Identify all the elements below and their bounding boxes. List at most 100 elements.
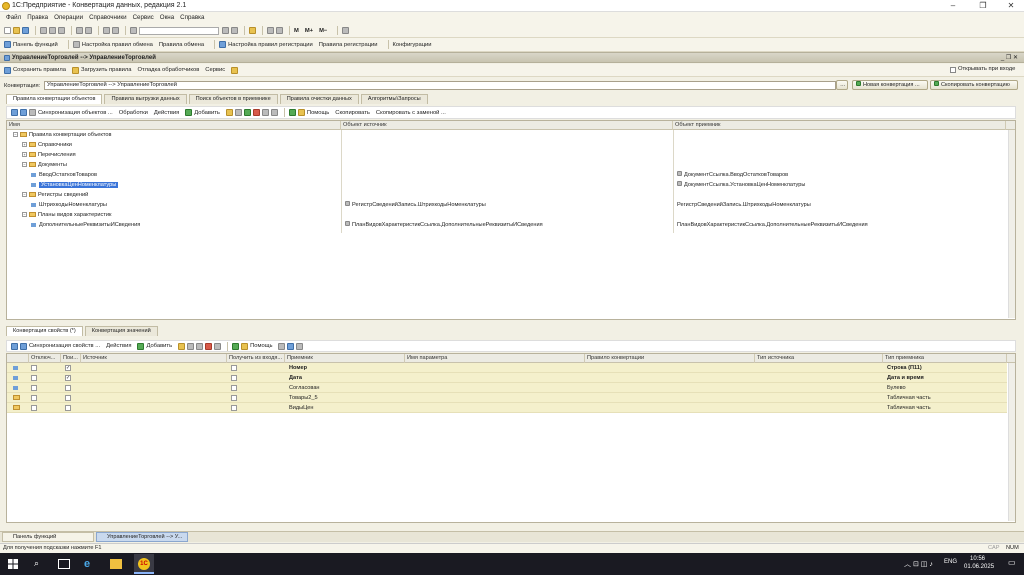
move-up-icon[interactable] (11, 109, 18, 116)
get-from-incoming-checkbox[interactable] (231, 375, 237, 381)
edit-icon[interactable] (196, 342, 204, 350)
sync-objects-button[interactable]: Синхронизация объектов ... (38, 110, 113, 116)
calendar-icon[interactable] (276, 27, 283, 34)
menu-operations[interactable]: Операции (54, 12, 83, 24)
search-checkbox[interactable] (65, 405, 71, 411)
disabled-checkbox[interactable] (31, 395, 37, 401)
notifications-icon[interactable]: ▭ (1008, 558, 1016, 567)
handlers-button[interactable]: Обработки (119, 110, 148, 116)
copy-conversion-button[interactable]: Скопировать конвертацию (930, 80, 1018, 90)
tree-row[interactable]: − Правила конвертации объектов (7, 130, 1007, 140)
open-icon[interactable] (13, 27, 20, 34)
col-source[interactable]: Источник (81, 354, 227, 363)
tree-row[interactable]: + Перечисления (7, 150, 1007, 160)
find-prev-icon[interactable] (231, 27, 238, 34)
preview-icon[interactable] (85, 27, 92, 34)
col-parameter-name[interactable]: Имя параметра (405, 354, 585, 363)
disabled-checkbox[interactable] (31, 375, 37, 381)
load-rules-button[interactable]: Загрузить правила (81, 67, 132, 73)
add-button[interactable]: Добавить (194, 110, 220, 116)
copy-row-icon[interactable] (187, 342, 195, 350)
m-plus-button[interactable]: M+ (305, 28, 313, 34)
language-indicator[interactable]: ENG (944, 559, 957, 565)
new-icon[interactable] (4, 27, 11, 34)
search-icon[interactable] (130, 27, 137, 34)
tab-object-search[interactable]: Поиск объектов в приемнике (188, 94, 278, 104)
filter-icon[interactable] (214, 342, 222, 350)
menu-service[interactable]: Сервис (133, 12, 154, 24)
edit-icon[interactable] (243, 109, 251, 116)
registration-rules-setup-button[interactable]: Настройка правил регистрации (228, 42, 313, 48)
property-row[interactable]: Товары2_5 Табличная часть (7, 393, 1007, 403)
actions-button[interactable]: Действия (154, 110, 179, 116)
collapse-icon[interactable]: − (22, 162, 27, 168)
edge-icon[interactable]: e (84, 558, 96, 570)
nav-icon[interactable] (287, 342, 295, 350)
service-button[interactable]: Сервис (205, 67, 225, 73)
save-rules-button[interactable]: Сохранить правила (13, 67, 66, 73)
get-from-incoming-checkbox[interactable] (231, 365, 237, 371)
functions-panel-button[interactable]: Панель функций (13, 42, 58, 48)
search-checkbox[interactable]: ✓ (65, 375, 71, 381)
search-checkbox[interactable] (65, 385, 71, 391)
tab-object-conversion-rules[interactable]: Правила конвертации объектов (6, 94, 103, 104)
tips-icon[interactable] (342, 27, 350, 34)
property-row[interactable]: ВидыЦен Табличная часть (7, 403, 1007, 413)
search-icon[interactable]: ⌕ (34, 558, 46, 570)
expand-icon[interactable] (296, 342, 304, 350)
tree-row[interactable]: − Регистры сведений (7, 190, 1007, 200)
explorer-icon[interactable] (110, 559, 122, 569)
new-conversion-button[interactable]: Новая конвертация ... (852, 80, 928, 90)
subwindow-controls[interactable]: _ ❐ ✕ (1001, 54, 1018, 61)
col-source-type[interactable]: Тип источника (755, 354, 883, 363)
tree-row[interactable]: − Документы (7, 160, 1007, 170)
find-next-icon[interactable] (222, 27, 229, 34)
col-destination[interactable]: Приемник (285, 354, 405, 363)
tree-scrollbar[interactable] (1008, 130, 1015, 318)
sort-icon[interactable] (270, 109, 278, 116)
onec-taskbar-button[interactable]: 1С (134, 554, 154, 574)
undo-icon[interactable] (103, 27, 110, 34)
help-icon[interactable] (231, 66, 239, 74)
clock-time[interactable]: 10:56 (970, 556, 985, 562)
redo-icon[interactable] (112, 27, 119, 34)
col-disabled[interactable]: Отключ... (29, 354, 61, 363)
properties-scrollbar[interactable] (1008, 363, 1015, 521)
save-icon[interactable] (22, 27, 29, 34)
property-row[interactable]: ✓ Дата Дата и время (7, 373, 1007, 383)
get-from-incoming-checkbox[interactable] (231, 405, 237, 411)
col-destination[interactable]: Объект приемник (673, 121, 1006, 130)
tree-row[interactable]: ДополнительныеРеквизитыИСведения ПланВидо… (7, 220, 1007, 230)
windows-start-icon[interactable] (8, 559, 18, 569)
calc-icon[interactable] (267, 27, 274, 34)
restore-button[interactable]: ❐ (968, 0, 998, 12)
paste-icon[interactable] (58, 27, 65, 34)
find-icon[interactable] (278, 342, 286, 350)
help-icon[interactable] (249, 27, 256, 34)
exchange-rules-button[interactable]: Правила обмена (159, 42, 204, 48)
col-destination-type[interactable]: Тип приемника (883, 354, 1007, 363)
search-checkbox[interactable] (65, 395, 71, 401)
collapse-icon[interactable]: − (22, 192, 27, 198)
conversion-field[interactable]: УправлениеТорговлей --> УправлениеТоргов… (44, 81, 836, 90)
col-conversion-rule[interactable]: Правило конвертации (585, 354, 755, 363)
col-search[interactable]: Пои... (61, 354, 81, 363)
tab-algorithms-queries[interactable]: Алгоритмы\Запросы (360, 94, 428, 104)
menu-file[interactable]: Файл (6, 12, 21, 24)
help-button[interactable]: Помощь (250, 343, 272, 349)
filter-icon[interactable] (261, 109, 269, 116)
close-button[interactable]: ✕ (996, 0, 1024, 12)
col-source[interactable]: Объект источник (341, 121, 673, 130)
window-tab-conversion[interactable]: УправлениеТорговлей --> У... (96, 532, 188, 542)
menu-catalogs[interactable]: Справочники (89, 12, 126, 24)
tree-row[interactable]: − Планы видов характеристик (7, 210, 1007, 220)
open-on-login-checkbox[interactable] (950, 67, 956, 73)
add-folder-icon[interactable] (225, 109, 233, 116)
collapse-icon[interactable]: − (13, 132, 18, 138)
tree-row[interactable]: + Справочники (7, 140, 1007, 150)
expand-icon[interactable]: + (22, 152, 27, 158)
configurations-button[interactable]: Конфигурации (393, 42, 432, 48)
actions-button[interactable]: Действия (106, 343, 131, 349)
print-icon[interactable] (76, 27, 83, 34)
window-tab-functions[interactable]: Панель функций (2, 532, 94, 542)
